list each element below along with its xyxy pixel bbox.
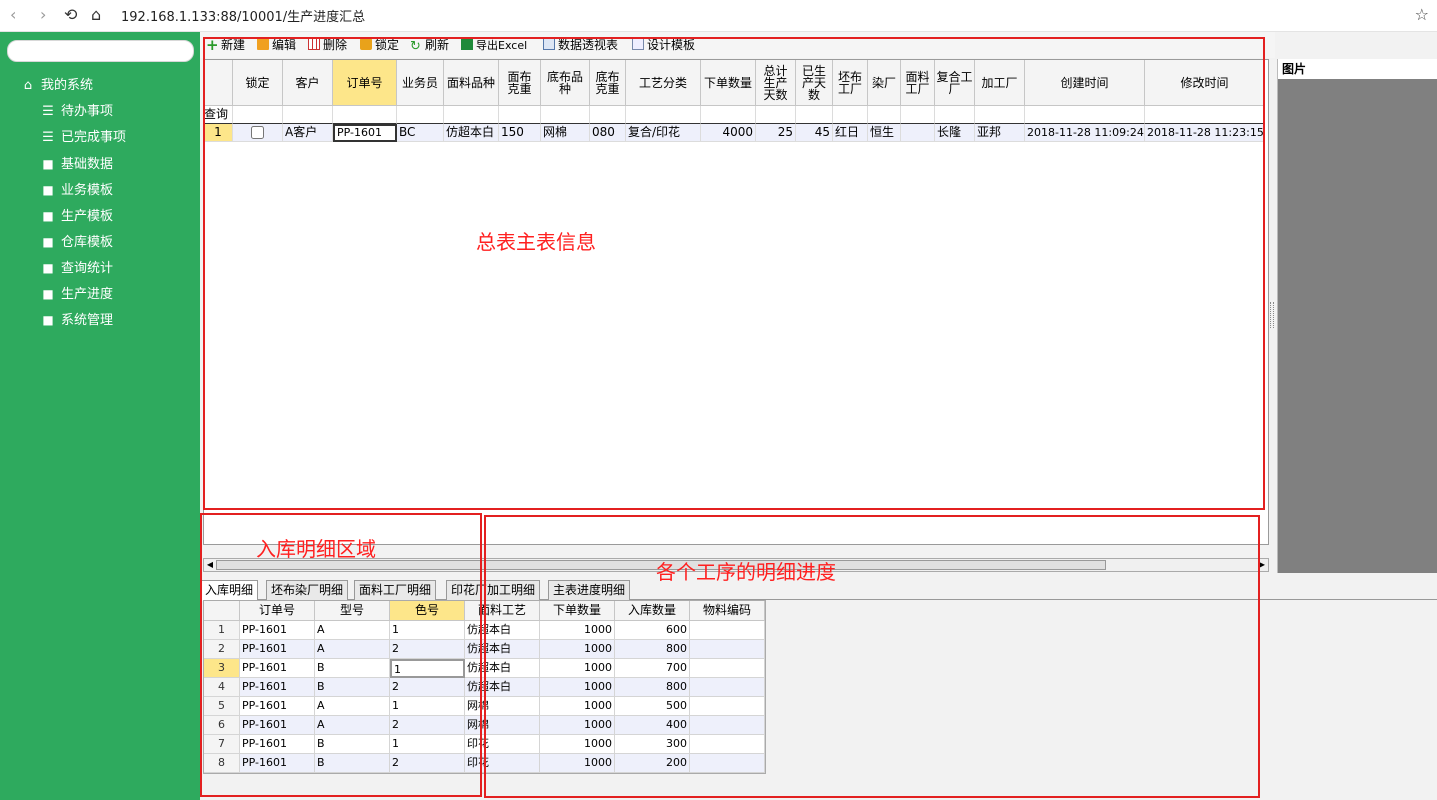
browser-toolbar: ‹ › ⟲ ⌂ 192.168.1.133:88/10001/生产进度汇总 ☆ [0,0,1437,32]
sidebar-item-2[interactable]: ■ 基础数据 [40,153,113,175]
sidebar-item-7[interactable]: ■ 生产进度 [40,283,113,305]
annotation-inbound-area: 入库明细区域 [256,537,376,561]
folder-icon: ■ [42,183,54,197]
sidebar-item-1[interactable]: ☰ 已完成事项 [40,127,126,149]
forward-icon[interactable]: › [40,5,46,25]
image-preview-area [1278,79,1437,573]
annotation-box-process [484,515,1260,798]
folder-icon: ■ [42,235,54,249]
sidebar-item-label: 仓库模板 [61,235,114,250]
annotation-main-info: 总表主表信息 [476,230,596,254]
splitter-handle[interactable] [1270,302,1274,328]
sidebar-item-label: 已完成事项 [61,130,127,145]
folder-icon: ■ [42,157,54,171]
image-panel: 图片 [1277,59,1437,573]
sidebar-root-my-system[interactable]: ⌂ 我的系统 [20,75,93,97]
sidebar-item-5[interactable]: ■ 仓库模板 [40,231,113,253]
folder-icon: ■ [42,313,54,327]
annotation-box-main [203,37,1265,510]
sidebar-item-label: 基础数据 [61,157,114,172]
sidebar-item-label: 系统管理 [61,313,114,328]
folder-icon: ■ [42,209,54,223]
reload-icon[interactable]: ⟲ [64,5,77,25]
sidebar: ⌂ 我的系统 ☰ 待办事项 ☰ 已完成事项 ■ 基础数据 ■ 业务模板 ■ 生产模板 ■ 仓库模板 ■ 查询… [0,32,200,800]
sidebar-item-8[interactable]: ■ 系统管理 [40,309,113,331]
folder-icon: ■ [42,261,54,275]
annotation-process-detail: 各个工序的明细进度 [656,560,836,584]
back-icon[interactable]: ‹ [10,5,16,25]
sidebar-item-4[interactable]: ■ 生产模板 [40,205,113,227]
list-icon: ☰ [42,104,54,119]
sidebar-item-3[interactable]: ■ 业务模板 [40,179,113,201]
sidebar-search-input[interactable] [7,40,194,62]
image-panel-title: 图片 [1282,62,1307,76]
sidebar-item-0[interactable]: ☰ 待办事项 [40,101,113,123]
home-icon[interactable]: ⌂ [91,5,101,25]
folder-icon: ■ [42,287,54,301]
sidebar-item-6[interactable]: ■ 查询统计 [40,257,113,279]
home-icon: ⌂ [23,78,33,93]
sidebar-item-label: 生产进度 [61,287,114,302]
sidebar-item-label: 查询统计 [61,261,114,276]
sidebar-item-label: 业务模板 [61,183,114,198]
list-icon: ☰ [42,130,54,145]
address-bar[interactable]: 192.168.1.133:88/10001/生产进度汇总 [121,6,365,25]
bookmark-star-icon[interactable]: ☆ [1415,5,1429,24]
sidebar-item-label: 待办事项 [61,104,114,119]
sidebar-item-label: 生产模板 [61,209,114,224]
